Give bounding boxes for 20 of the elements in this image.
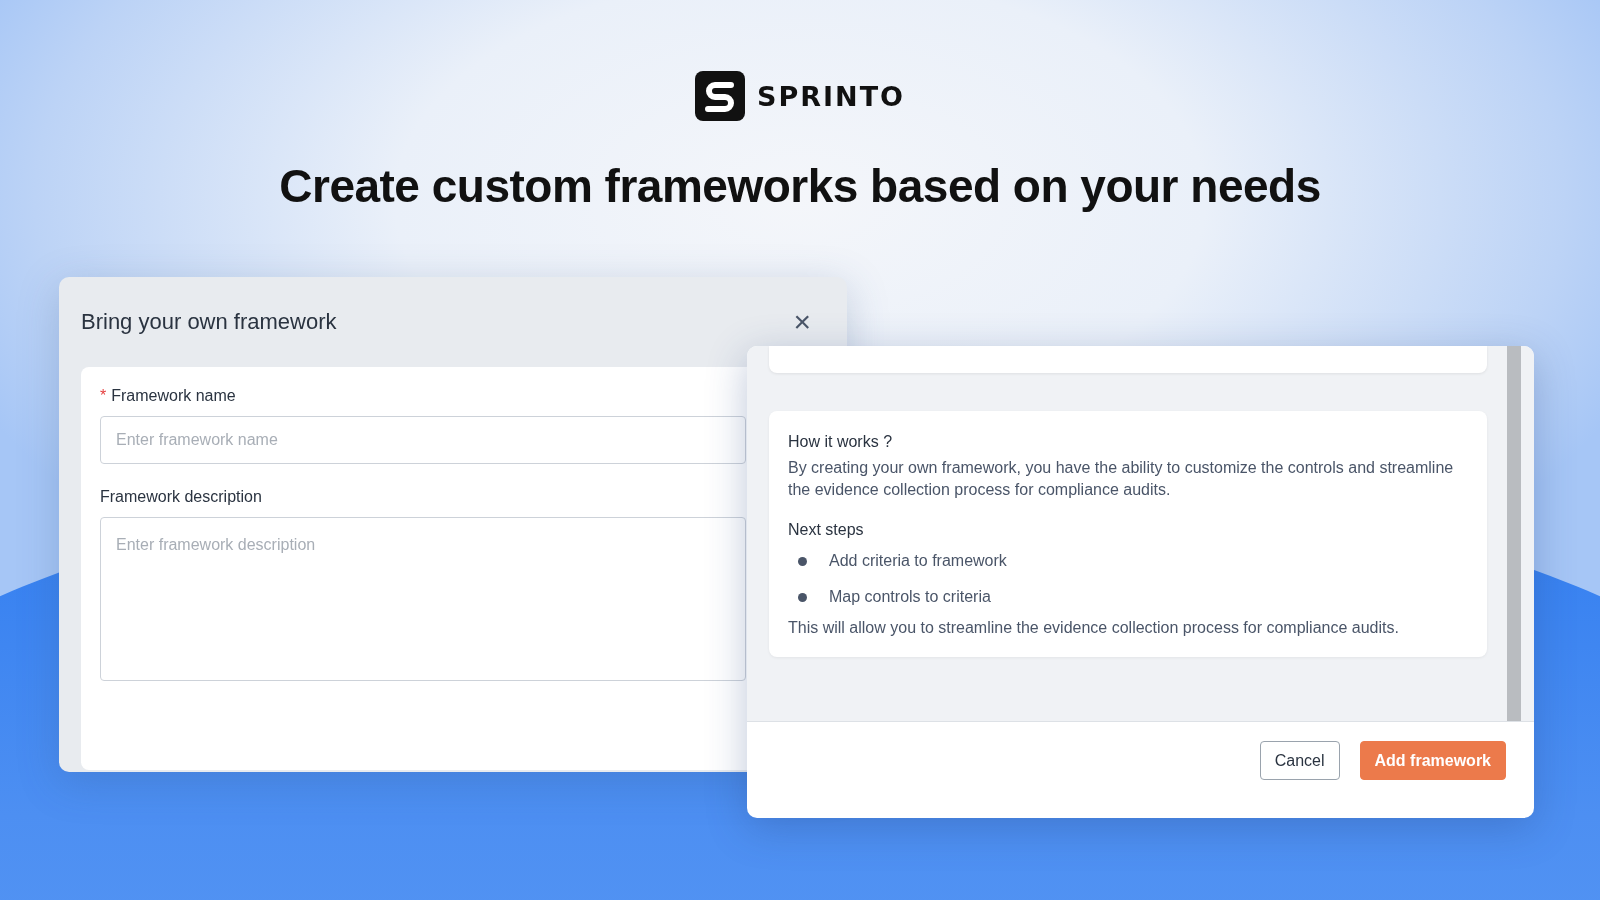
input-field[interactable]: Enter framework name bbox=[100, 416, 746, 464]
note-text: This will allow you to streamline the evidence collection process for compliance audits. bbox=[788, 618, 1400, 638]
info-text: By creating your own framework, you have the ability to customize the controls and streamline the evidence collection process for compliance audits. bbox=[788, 458, 1455, 500]
required-mark: * bbox=[100, 387, 107, 405]
headline: Create custom frameworks based on your needs bbox=[279, 159, 1321, 213]
field-label: Framework description bbox=[100, 488, 262, 506]
bullet-icon bbox=[798, 592, 807, 602]
steps-heading: Next steps bbox=[788, 521, 865, 539]
scrollbar[interactable] bbox=[1507, 346, 1521, 721]
text-area[interactable]: Enter framework description bbox=[100, 517, 746, 681]
close-button[interactable]: × bbox=[787, 307, 817, 337]
brand-name: SPRINTO bbox=[756, 80, 905, 112]
step-text: Map controls to criteria bbox=[829, 588, 991, 606]
step-text: Add criteria to framework bbox=[829, 552, 1007, 570]
info-heading: How it works ? bbox=[788, 433, 894, 451]
bullet-icon bbox=[798, 556, 807, 566]
logo-icon bbox=[694, 71, 745, 121]
dialog-title: Bring your own framework bbox=[81, 309, 337, 335]
field-label: Framework name bbox=[111, 387, 236, 405]
cancel-button[interactable]: Cancel bbox=[1259, 741, 1340, 780]
